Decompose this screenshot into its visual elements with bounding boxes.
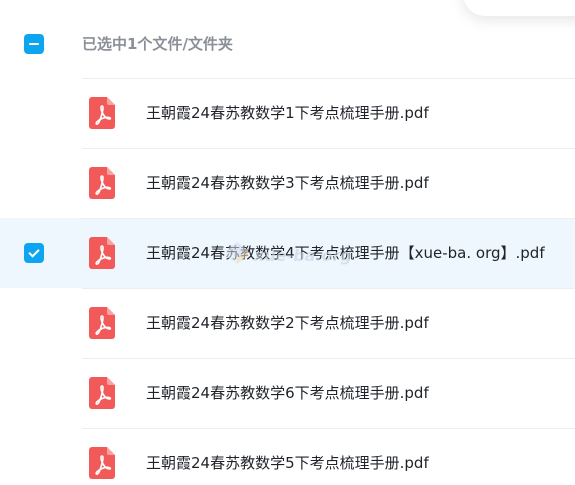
row-divider [82,78,575,79]
file-row[interactable]: 王朝霞24春苏教数学1下考点梳理手册.pdf [0,78,575,148]
selection-count-text: 已选中1个文件/文件夹 [82,35,233,53]
file-browser: 已选中1个文件/文件夹 王朝霞24春苏教数学1下考点梳理手册.pdf 王朝霞24… [0,0,575,485]
file-name[interactable]: 王朝霞24春苏教数学4下考点梳理手册【xue-ba. org】.pdf [146,242,566,264]
pdf-icon [89,97,115,129]
check-icon [28,246,40,258]
file-row[interactable]: 王朝霞24春苏教数学3下考点梳理手册.pdf [0,148,575,218]
row-divider [82,288,575,289]
pdf-icon [89,307,115,339]
file-name[interactable]: 王朝霞24春苏教数学5下考点梳理手册.pdf [146,452,566,474]
file-name[interactable]: 王朝霞24春苏教数学3下考点梳理手册.pdf [146,172,566,194]
file-row-selected[interactable]: 王朝霞24春苏教数学4下考点梳理手册【xue-ba. org】.pdf [0,218,575,288]
file-name[interactable]: 王朝霞24春苏教数学2下考点梳理手册.pdf [146,312,566,334]
file-row[interactable]: 王朝霞24春苏教数学6下考点梳理手册.pdf [0,358,575,428]
pdf-icon [89,237,115,269]
row-divider [82,428,575,429]
floating-panel-corner [463,0,575,16]
selection-header: 已选中1个文件/文件夹 [0,24,575,64]
row-divider [82,218,575,219]
file-row[interactable]: 王朝霞24春苏教数学5下考点梳理手册.pdf [0,428,575,485]
file-name[interactable]: 王朝霞24春苏教数学1下考点梳理手册.pdf [146,102,566,124]
file-name[interactable]: 王朝霞24春苏教数学6下考点梳理手册.pdf [146,382,566,404]
row-divider [82,358,575,359]
file-row[interactable]: 王朝霞24春苏教数学2下考点梳理手册.pdf [0,288,575,358]
pdf-icon [89,447,115,479]
file-list: 王朝霞24春苏教数学1下考点梳理手册.pdf 王朝霞24春苏教数学3下考点梳理手… [0,78,575,485]
pdf-icon [89,377,115,409]
pdf-icon [89,167,115,199]
minus-icon [29,43,39,45]
row-checkbox-checked[interactable] [24,243,44,263]
select-all-checkbox[interactable] [24,34,44,54]
row-divider [82,148,575,149]
